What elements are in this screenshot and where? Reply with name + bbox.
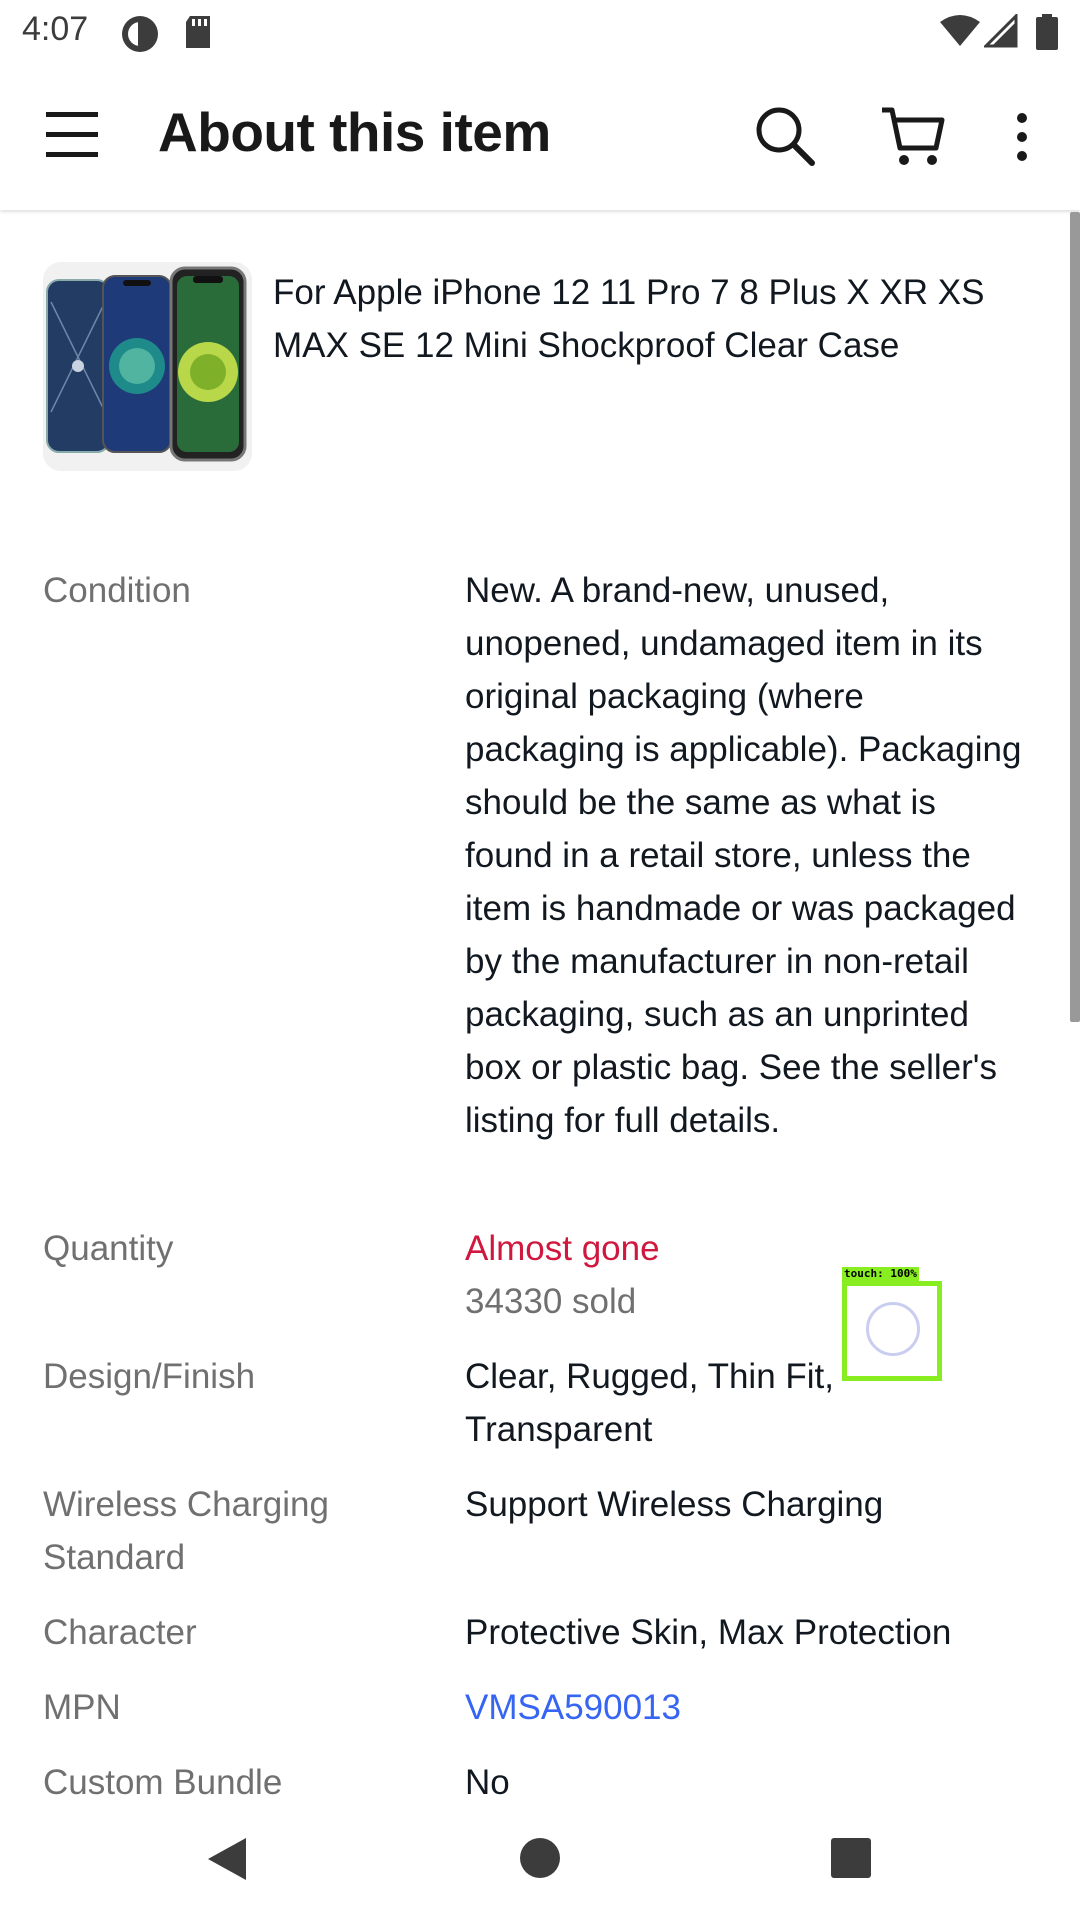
menu-icon[interactable] — [44, 108, 100, 165]
design-value: Clear, Rugged, Thin Fit, Transparent — [465, 1357, 834, 1449]
more-vert-icon[interactable] — [1012, 112, 1032, 167]
bundle-value: No — [465, 1763, 510, 1802]
character-value: Protective Skin, Max Protection — [465, 1613, 952, 1652]
page-title: About this item — [158, 101, 551, 163]
status-bar: 4:07 — [0, 0, 1080, 64]
cart-icon[interactable] — [880, 104, 946, 173]
battery-icon — [1036, 14, 1058, 55]
status-time: 4:07 — [22, 10, 89, 48]
mpn-link[interactable]: VMSA590013 — [465, 1681, 1045, 1734]
search-icon[interactable] — [753, 104, 817, 173]
touch-indicator-label: touch: 100% — [842, 1267, 919, 1281]
recents-icon[interactable] — [830, 1837, 872, 1884]
touch-point-icon — [866, 1302, 920, 1356]
bundle-label: Custom Bundle — [43, 1763, 283, 1802]
item-details[interactable]: For Apple iPhone 12 11 Pro 7 8 Plus X XR… — [0, 212, 1072, 1814]
phone-case-thumbnail[interactable] — [43, 262, 252, 471]
sync-icon — [120, 14, 160, 59]
design-label: Design/Finish — [43, 1357, 256, 1396]
item-title[interactable]: For Apple iPhone 12 11 Pro 7 8 Plus X XR… — [273, 266, 1043, 372]
condition-label: Condition — [43, 571, 191, 610]
system-nav-bar — [0, 1814, 1080, 1920]
sd-card-icon — [182, 14, 214, 55]
home-icon[interactable] — [519, 1837, 561, 1884]
condition-value: New. A brand-new, unused, unopened, unda… — [465, 571, 1022, 1140]
mpn-label: MPN — [43, 1688, 121, 1727]
quantity-label: Quantity — [43, 1229, 174, 1268]
app-bar: About this item — [0, 64, 1080, 210]
wireless-value: Support Wireless Charging — [465, 1485, 884, 1524]
quantity-status: Almost gone — [465, 1229, 660, 1268]
scrollbar[interactable] — [1070, 212, 1080, 1022]
wifi-icon — [940, 14, 980, 53]
signal-icon — [982, 12, 1018, 53]
character-label: Character — [43, 1613, 197, 1652]
quantity-sold: 34330 sold — [465, 1282, 637, 1321]
wireless-label: Wireless Charging Standard — [43, 1485, 329, 1577]
back-icon[interactable] — [206, 1836, 248, 1887]
